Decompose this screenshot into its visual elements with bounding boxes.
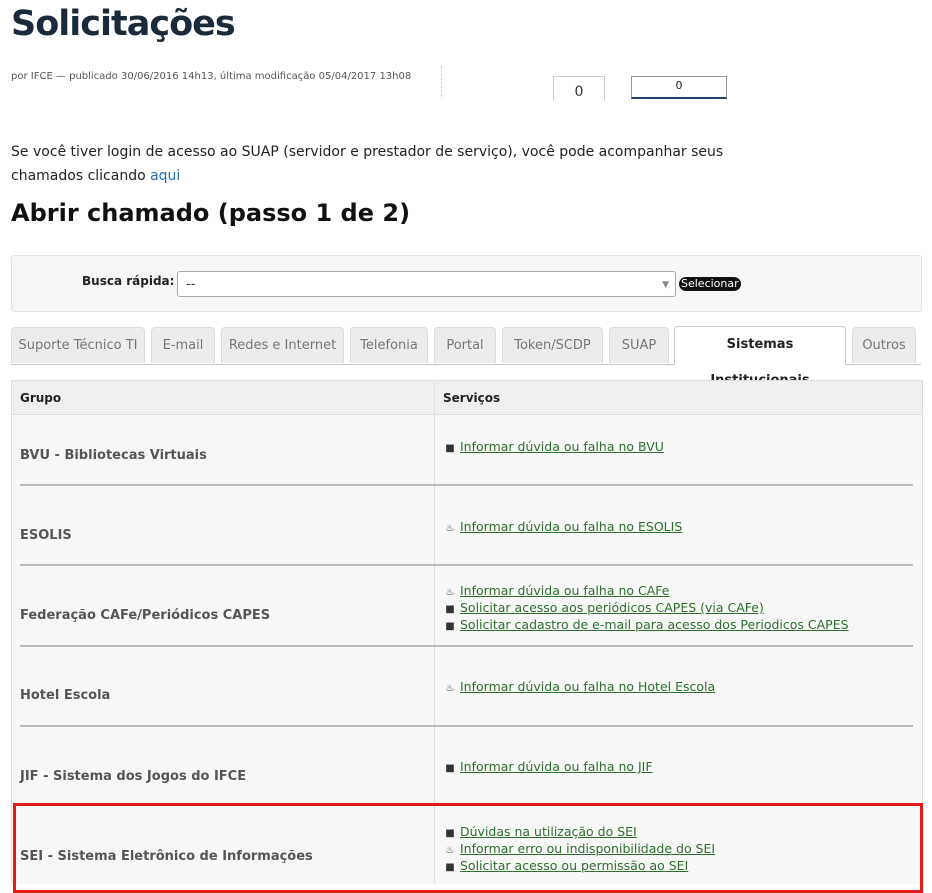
service-label: Solicitar acesso aos periódicos CAPES (v… [460,600,764,615]
table-row: Federação CAFe/Periódicos CAPES ♨ Informa… [12,575,922,635]
page-title: Solicitações [11,4,236,44]
tab-sistemas-institucionais[interactable]: Sistemas Institucionais [674,326,846,388]
byline-divider [441,66,442,98]
tab-suap[interactable]: SUAP [609,327,669,363]
group-name: Federação CAFe/Periódicos CAPES [20,608,271,623]
section-title: Abrir chamado (passo 1 de 2) [11,199,411,227]
comment-icon: ■ [445,763,455,774]
row-divider [20,725,913,727]
service-list: ♨ Informar dúvida ou falha no ESOLIS [444,519,683,536]
service-list: ■ Informar dúvida ou falha no JIF [444,759,653,776]
like-counter[interactable]: 0 [631,76,727,99]
service-link[interactable]: ■ Solicitar acesso aos periódicos CAPES (… [444,600,849,617]
service-list: ♨ Informar dúvida ou falha no CAFe ■ Solic… [444,583,849,634]
services-table: Grupo Serviços BVU - Bibliotecas Virtuai… [11,380,923,884]
group-name: ESOLIS [20,528,72,543]
tab-suporte-tecnico-ti[interactable]: Suporte Técnico TI [11,327,145,363]
document-byline: por IFCE — publicado 30/06/2016 14h13, ú… [11,71,412,82]
table-row: ESOLIS ♨ Informar dúvida ou falha no ESOL… [12,495,922,555]
group-name: JIF - Sistema dos Jogos do IFCE [20,769,247,784]
service-label: Solicitar acesso ou permissão ao SEI [460,858,689,873]
chevron-down-icon: ▼ [662,280,669,290]
fire-icon: ♨ [445,683,455,694]
service-link[interactable]: ♨ Informar erro ou indisponibilidade do S… [444,841,716,858]
service-label: Informar dúvida ou falha no Hotel Escola [460,679,716,694]
tab-token-scdp[interactable]: Token/SCDP [502,327,603,363]
quick-search-select[interactable]: -- ▼ [177,271,676,297]
service-label: Informar dúvida ou falha no CAFe [460,583,670,598]
fire-icon: ♨ [445,523,455,534]
service-link[interactable]: ■ Informar dúvida ou falha no JIF [444,759,653,776]
column-header-group: Grupo [20,391,62,405]
comment-icon: ■ [445,604,455,615]
select-button[interactable]: Selecionar [679,277,741,291]
table-row: BVU - Bibliotecas Virtuais ■ Informar dúv… [12,415,922,475]
quick-search-value: -- [186,277,196,292]
table-row: SEI - Sistema Eletrônico de Informações … [12,816,922,876]
fire-icon: ♨ [445,587,455,598]
service-label: Informar erro ou indisponibilidade do SE… [460,841,716,856]
comment-icon: ■ [445,621,455,632]
tab-e-mail[interactable]: E-mail [151,327,215,363]
service-link[interactable]: ■ Solicitar cadastro de e-mail para acess… [444,617,849,634]
group-name: BVU - Bibliotecas Virtuais [20,448,207,463]
category-tabs: Suporte Técnico TI E-mail Redes e Intern… [11,326,921,388]
column-header-services: Serviços [443,391,501,405]
service-list: ■ Dúvidas na utilização do SEI ♨ Informar … [444,824,715,875]
row-divider [20,564,913,566]
comment-icon: ■ [445,828,455,839]
service-link[interactable]: ♨ Informar dúvida ou falha no CAFe [444,583,849,600]
comment-icon: ■ [445,443,455,454]
table-row: Hotel Escola ♨ Informar dúvida ou falha n… [12,655,922,715]
row-divider [20,645,913,647]
share-counter[interactable]: 0 [553,76,605,101]
quick-search-label-text: Busca rápida: [82,274,175,288]
service-label: Informar dúvida ou falha no ESOLIS [460,519,683,534]
table-header: Grupo Serviços [12,381,922,415]
service-link[interactable]: ♨ Informar dúvida ou falha no Hotel Escol… [444,679,716,696]
tab-outros[interactable]: Outros [852,327,916,363]
quick-search-label: Busca rápida: * [82,274,185,288]
service-link[interactable]: ■ Informar dúvida ou falha no BVU [444,439,664,456]
fire-icon: ♨ [445,845,455,856]
service-link[interactable]: ♨ Informar dúvida ou falha no ESOLIS [444,519,683,536]
service-label: Informar dúvida ou falha no BVU [460,439,664,454]
intro-paragraph: Se você tiver login de acesso ao SUAP (s… [11,140,781,188]
tab-telefonia[interactable]: Telefonia [350,327,428,363]
table-row: JIF - Sistema dos Jogos do IFCE ■ Informa… [12,736,922,796]
suap-link[interactable]: aqui [150,168,180,184]
tab-portal[interactable]: Portal [434,327,496,363]
service-list: ■ Informar dúvida ou falha no BVU [444,439,664,456]
service-label: Dúvidas na utilização do SEI [460,824,637,839]
comment-icon: ■ [445,862,455,873]
group-name: Hotel Escola [20,688,111,703]
tab-redes-e-internet[interactable]: Redes e Internet [221,327,344,363]
intro-text: Se você tiver login de acesso ao SUAP (s… [11,144,724,184]
service-link[interactable]: ■ Dúvidas na utilização do SEI [444,824,715,841]
service-label: Informar dúvida ou falha no JIF [460,759,653,774]
group-name: SEI - Sistema Eletrônico de Informações [20,849,313,864]
service-list: ♨ Informar dúvida ou falha no Hotel Escol… [444,679,716,696]
quick-search-panel: Busca rápida: * -- ▼ Selecionar [11,255,922,312]
service-link[interactable]: ■ Solicitar acesso ou permissão ao SEI [444,858,715,875]
service-label: Solicitar cadastro de e-mail para acesso… [460,617,849,632]
row-divider [20,484,913,486]
